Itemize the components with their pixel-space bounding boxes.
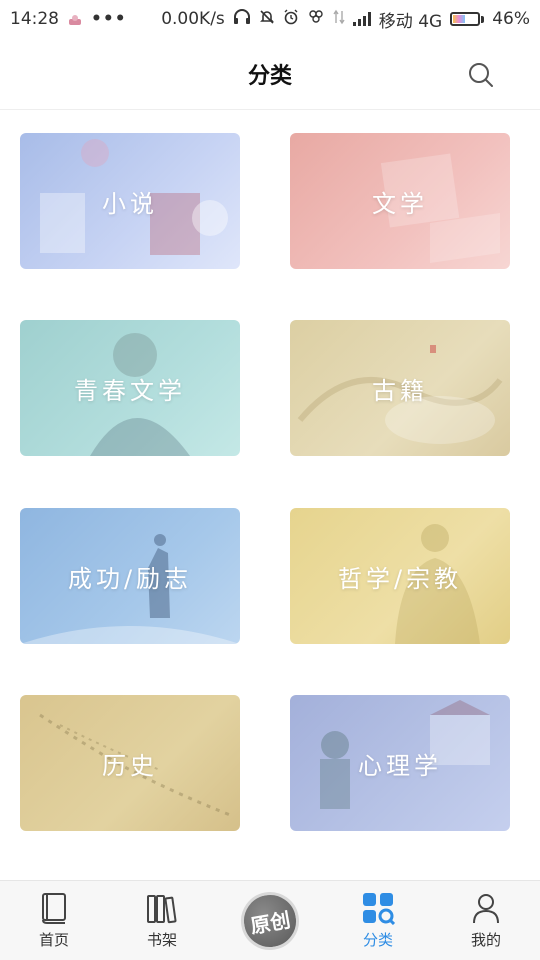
category-label: 小说 <box>102 189 158 218</box>
signal-icon <box>352 12 371 26</box>
headphones-icon <box>233 8 251 30</box>
category-card-literature[interactable]: 文学 <box>290 133 510 269</box>
original-badge-icon: 原创 <box>236 886 304 955</box>
category-label: 古籍 <box>372 376 428 405</box>
category-label: 心理学 <box>358 751 442 780</box>
alarm-icon <box>283 9 299 30</box>
page-title: 分类 <box>247 63 292 89</box>
nav-label: 书架 <box>146 931 177 949</box>
category-card-philosophy-religion[interactable]: 哲学/宗教 <box>290 508 510 644</box>
nav-label: 首页 <box>38 931 69 949</box>
bookshelf-icon <box>145 891 179 925</box>
carrier-label: 移动 4G <box>378 11 443 32</box>
person-icon <box>469 891 503 925</box>
category-label: 成功/励志 <box>67 564 193 593</box>
mute-icon <box>259 9 275 30</box>
category-label: 历史 <box>102 751 158 780</box>
nav-bookshelf[interactable]: 书架 <box>108 881 216 960</box>
nav-home[interactable]: 首页 <box>0 881 108 960</box>
nav-category[interactable]: 分类 <box>324 881 432 960</box>
category-label: 青春文学 <box>74 376 186 405</box>
category-card-youth-literature[interactable]: 青春文学 <box>20 320 240 456</box>
nav-label: 分类 <box>362 931 393 949</box>
nav-original[interactable]: 原创 <box>216 881 324 960</box>
nav-profile[interactable]: 我的 <box>432 881 540 960</box>
app-notification-icon <box>67 12 83 26</box>
nav-label: 原创 <box>248 906 293 938</box>
category-card-psychology[interactable]: 心理学 <box>290 695 510 831</box>
book-icon <box>37 891 71 925</box>
nav-label: 我的 <box>470 931 501 949</box>
battery-percent: 46% <box>492 9 530 29</box>
search-icon <box>469 63 493 87</box>
category-grid-icon <box>361 891 395 925</box>
search-button[interactable] <box>466 60 496 90</box>
category-card-history[interactable]: 历史 <box>20 695 240 831</box>
battery-icon <box>450 12 485 26</box>
category-label: 文学 <box>372 189 428 218</box>
more-notifications-icon: ••• <box>91 9 127 29</box>
category-card-novel[interactable]: 小说 <box>20 133 240 269</box>
data-arrows-icon <box>333 9 345 30</box>
status-time: 14:28 <box>10 9 59 29</box>
category-card-ancient-books[interactable]: 古籍 <box>290 320 510 456</box>
category-card-success-inspiration[interactable]: 成功/励志 <box>20 508 240 644</box>
bottom-nav: 首页 书架 原创 分类 我的 <box>0 880 540 960</box>
status-bar: 14:28 ••• 0.00K/s 移动 4G 46% <box>0 0 540 38</box>
network-speed: 0.00K/s <box>161 9 225 29</box>
page-header: 分类 <box>0 38 540 110</box>
category-label: 哲学/宗教 <box>337 564 463 593</box>
clover-icon <box>307 9 325 30</box>
